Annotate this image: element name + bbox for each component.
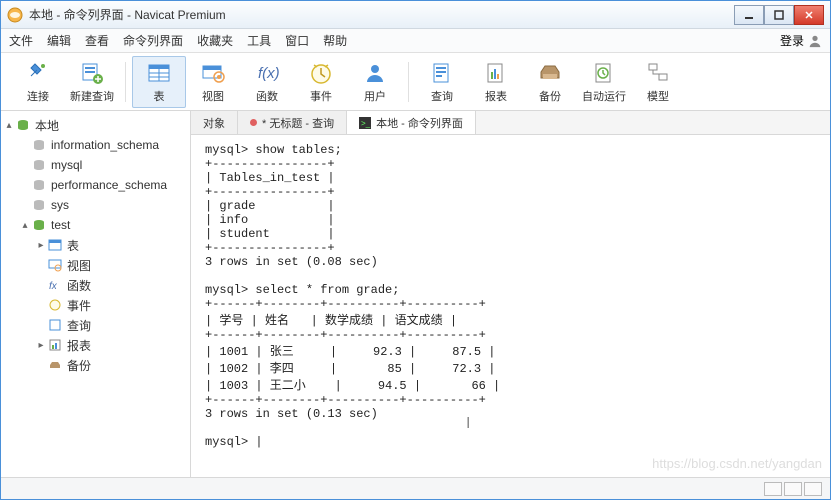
- unsaved-dot-icon: [250, 119, 257, 126]
- title-bar: 本地 - 命令列界面 - Navicat Premium: [1, 1, 830, 29]
- clock-icon: [47, 297, 63, 313]
- backup-icon: [537, 60, 563, 86]
- menu-help[interactable]: 帮助: [323, 32, 347, 49]
- toolbar-view[interactable]: 视图: [186, 56, 240, 108]
- status-view-icon-1[interactable]: [764, 482, 782, 496]
- function-icon: fx: [47, 277, 63, 293]
- tree-sub-report[interactable]: ▸ 报表: [1, 335, 190, 355]
- database-icon: [31, 197, 47, 213]
- database-icon: [31, 157, 47, 173]
- sidebar-tree[interactable]: ▴ 本地 information_schema mysql performanc…: [1, 111, 191, 477]
- model-icon: [645, 60, 671, 86]
- database-icon: [15, 117, 31, 133]
- autorun-icon: [591, 60, 617, 86]
- toolbar-new-query[interactable]: 新建查询: [65, 56, 119, 108]
- tree-sub-view[interactable]: 视图: [1, 255, 190, 275]
- toolbar-separator: [125, 62, 126, 102]
- toolbar-query[interactable]: 查询: [415, 56, 469, 108]
- main-panel: 对象 * 无标题 - 查询 >_ 本地 - 命令列界面 mysql> show …: [191, 111, 830, 477]
- view-icon: [200, 60, 226, 86]
- maximize-button[interactable]: [764, 5, 794, 25]
- toolbar-separator: [408, 62, 409, 102]
- tree-sub-event[interactable]: 事件: [1, 295, 190, 315]
- svg-text:fx: fx: [49, 281, 58, 292]
- collapse-icon[interactable]: ▴: [3, 120, 15, 131]
- report-icon: [483, 60, 509, 86]
- window-title: 本地 - 命令列界面 - Navicat Premium: [29, 6, 734, 23]
- login-label: 登录: [780, 32, 804, 49]
- plug-icon: [25, 60, 51, 86]
- tab-untitled-query[interactable]: * 无标题 - 查询: [238, 111, 347, 134]
- console-output[interactable]: mysql> show tables; +----------------+ |…: [191, 135, 830, 477]
- expand-icon[interactable]: ▸: [35, 240, 47, 251]
- toolbar-event[interactable]: 事件: [294, 56, 348, 108]
- tree-db-sys[interactable]: sys: [1, 195, 190, 215]
- tree-label: 本地: [35, 117, 59, 134]
- login-button[interactable]: 登录: [780, 32, 822, 49]
- database-icon: [31, 217, 47, 233]
- menu-favorites[interactable]: 收藏夹: [197, 32, 233, 49]
- tree-sub-backup[interactable]: 备份: [1, 355, 190, 375]
- user-icon: [362, 60, 388, 86]
- menu-tools[interactable]: 工具: [247, 32, 271, 49]
- collapse-icon[interactable]: ▴: [19, 220, 31, 231]
- tree-sub-query[interactable]: 查询: [1, 315, 190, 335]
- status-view-icon-2[interactable]: [784, 482, 802, 496]
- toolbar-backup[interactable]: 备份: [523, 56, 577, 108]
- table-icon: [47, 237, 63, 253]
- function-icon: f(x): [254, 60, 280, 86]
- view-icon: [47, 257, 63, 273]
- query-icon: [47, 317, 63, 333]
- tree-db-information-schema[interactable]: information_schema: [1, 135, 190, 155]
- tree-db-performance-schema[interactable]: performance_schema: [1, 175, 190, 195]
- toolbar: 连接 新建查询 表 视图 f(x) 函数 事件 用户 查询 报表 备份 自动运行: [1, 53, 830, 111]
- tree-sub-table[interactable]: ▸ 表: [1, 235, 190, 255]
- toolbar-function[interactable]: f(x) 函数: [240, 56, 294, 108]
- database-icon: [31, 177, 47, 193]
- toolbar-table[interactable]: 表: [132, 56, 186, 108]
- expand-icon[interactable]: ▸: [35, 340, 47, 351]
- svg-text:f(x): f(x): [258, 65, 280, 82]
- user-icon: [808, 34, 822, 48]
- svg-text:>_: >_: [361, 119, 371, 128]
- menu-edit[interactable]: 编辑: [47, 32, 71, 49]
- menu-file[interactable]: 文件: [9, 32, 33, 49]
- menu-window[interactable]: 窗口: [285, 32, 309, 49]
- tree-connection[interactable]: ▴ 本地: [1, 115, 190, 135]
- tab-bar: 对象 * 无标题 - 查询 >_ 本地 - 命令列界面: [191, 111, 830, 135]
- cli-icon: >_: [359, 117, 371, 129]
- table-icon: [146, 60, 172, 86]
- toolbar-connect[interactable]: 连接: [11, 56, 65, 108]
- status-view-icon-3[interactable]: [804, 482, 822, 496]
- toolbar-autorun[interactable]: 自动运行: [577, 56, 631, 108]
- clock-icon: [308, 60, 334, 86]
- report-icon: [47, 337, 63, 353]
- close-button[interactable]: [794, 5, 824, 25]
- minimize-button[interactable]: [734, 5, 764, 25]
- status-bar: [1, 477, 830, 499]
- backup-icon: [47, 357, 63, 373]
- toolbar-user[interactable]: 用户: [348, 56, 402, 108]
- new-query-icon: [79, 60, 105, 86]
- tree-db-test[interactable]: ▴ test: [1, 215, 190, 235]
- app-icon: [7, 7, 23, 23]
- query-icon: [429, 60, 455, 86]
- tree-db-mysql[interactable]: mysql: [1, 155, 190, 175]
- menu-view[interactable]: 查看: [85, 32, 109, 49]
- database-icon: [31, 137, 47, 153]
- toolbar-model[interactable]: 模型: [631, 56, 685, 108]
- tree-sub-function[interactable]: fx 函数: [1, 275, 190, 295]
- tab-objects[interactable]: 对象: [191, 111, 238, 134]
- window-controls: [734, 5, 824, 25]
- toolbar-report[interactable]: 报表: [469, 56, 523, 108]
- menu-bar: 文件 编辑 查看 命令列界面 收藏夹 工具 窗口 帮助 登录: [1, 29, 830, 53]
- tab-cli[interactable]: >_ 本地 - 命令列界面: [347, 111, 476, 134]
- menu-cli[interactable]: 命令列界面: [123, 32, 183, 49]
